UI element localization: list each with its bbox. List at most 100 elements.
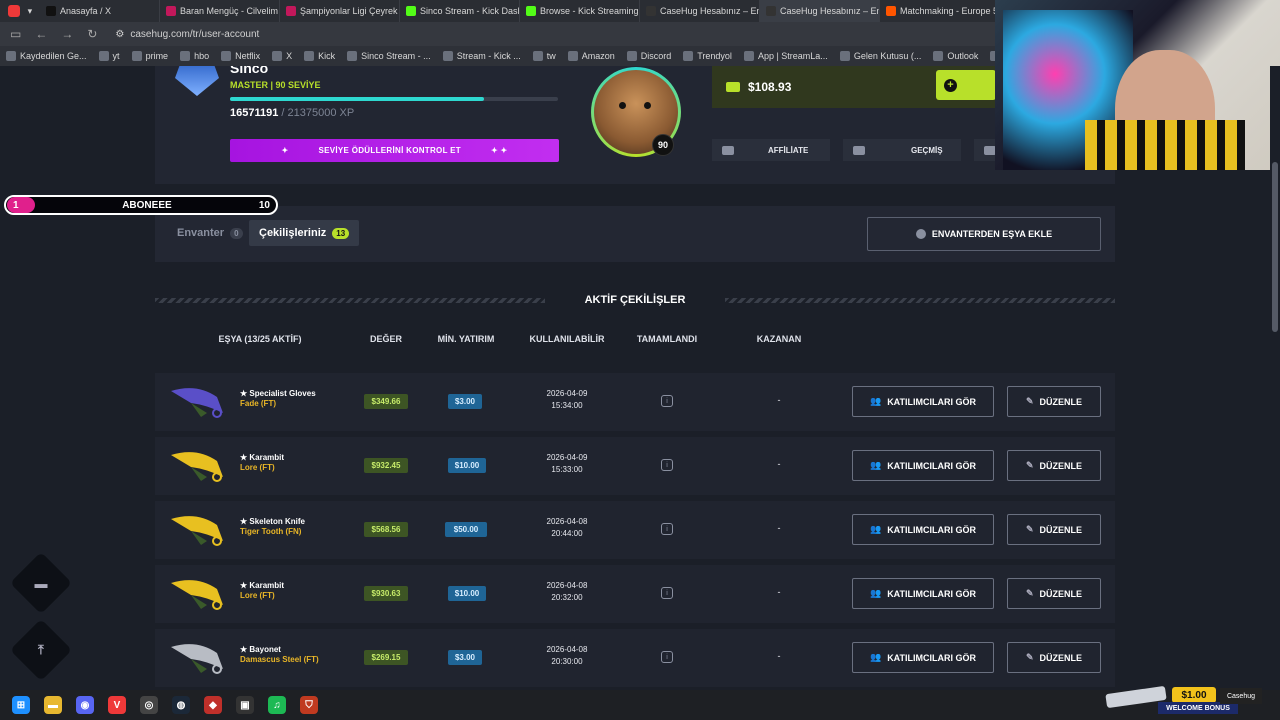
view-participants-button[interactable]: 👥 KATILIMCILARI GÖR [852, 386, 994, 417]
pencil-icon: ✎ [1025, 524, 1034, 534]
deposit-button[interactable]: + [936, 70, 996, 100]
weapon-image [167, 639, 229, 677]
info-icon[interactable]: i [661, 651, 673, 663]
item-name-block: ★ Bayonet Damascus Steel (FT) [240, 645, 319, 665]
page-scrollbar[interactable] [1270, 66, 1280, 690]
bookmark-item[interactable]: prime [131, 51, 168, 61]
bookmark-item[interactable]: X [272, 51, 292, 61]
sub-goal-label: ABONEEE [122, 199, 172, 211]
app-icon[interactable]: ◆ [204, 696, 222, 714]
shield-icon[interactable]: ⛉ [300, 696, 318, 714]
users-icon: 👥 [869, 396, 882, 406]
back-icon[interactable]: ← [35, 27, 47, 41]
browser-tab[interactable]: Matchmaking - Europe 5v [880, 0, 1000, 22]
tab-inventory-label: Envanter [177, 227, 225, 239]
chevron-down-icon[interactable]: ▾ [28, 6, 33, 17]
app-icon[interactable]: ▣ [236, 696, 254, 714]
bookmark-item[interactable]: Kaydedilen Ge... [6, 51, 87, 61]
webcam-streamer-shirt [1085, 120, 1245, 170]
panel-icon[interactable]: ▭ [10, 27, 21, 41]
view-participants-button[interactable]: 👥 KATILIMCILARI GÖR [852, 450, 994, 481]
bookmark-item[interactable]: App | StreamLa... [743, 51, 828, 61]
browser-tab[interactable]: Baran Mengüç - Cilvelim (C [160, 0, 280, 22]
history-button[interactable]: GEÇMİŞ [843, 139, 961, 161]
winner: - [777, 587, 781, 597]
obs-icon[interactable]: ◎ [140, 696, 158, 714]
tab-giveaways[interactable]: Çekilişleriniz 13 [249, 220, 360, 246]
affiliate-label: AFFİLİATE [768, 145, 809, 155]
view-participants-label: KATILIMCILARI GÖR [887, 460, 977, 471]
url-field[interactable]: ⚙ casehug.com/tr/user-account [115, 29, 259, 40]
affiliate-button[interactable]: AFFİLİATE [712, 139, 830, 161]
discord-icon[interactable]: ◉ [76, 696, 94, 714]
view-participants-button[interactable]: 👥 KATILIMCILARI GÖR [852, 642, 994, 673]
vivaldi-icon[interactable]: V [108, 696, 126, 714]
browser-tab[interactable]: Browse - Kick Streaming [520, 0, 640, 22]
chat-button[interactable]: ▬ [9, 551, 73, 615]
browser-tab[interactable]: CaseHug Hesabınız – Envan [640, 0, 760, 22]
pencil-icon: ✎ [1025, 588, 1034, 598]
tab-inventory[interactable]: Envanter 0 [167, 220, 253, 246]
edit-button[interactable]: ✎ DÜZENLE [1007, 514, 1101, 545]
add-from-inventory-button[interactable]: ENVANTERDEN EŞYA EKLE [867, 217, 1101, 251]
decorative-hatch [725, 298, 1115, 303]
forward-icon[interactable]: → [61, 27, 73, 41]
info-icon[interactable]: i [661, 459, 673, 471]
available-date-time: 15:34:00 [551, 401, 583, 410]
bookmark-label: Sinco Stream - ... [361, 51, 431, 61]
bookmark-item[interactable]: Trendyol [683, 51, 732, 61]
level-rewards-label: SEVİYE ÖDÜLLERİNİ KONTROL ET [318, 146, 461, 155]
item-skin: Lore (FT) [240, 463, 275, 472]
tab-favicon-icon [766, 6, 776, 16]
bookmark-icon [532, 51, 543, 61]
edit-button[interactable]: ✎ DÜZENLE [1007, 450, 1101, 481]
bookmark-item[interactable]: tw [532, 51, 556, 61]
bookmark-label: Kaydedilen Ge... [20, 51, 87, 61]
item-name: ★ Specialist Gloves [240, 389, 316, 398]
bookmark-item[interactable]: Gelen Kutusu (... [839, 51, 921, 61]
users-icon: 👥 [869, 588, 882, 598]
view-participants-button[interactable]: 👥 KATILIMCILARI GÖR [852, 578, 994, 609]
bookmark-item[interactable]: hbo [180, 51, 209, 61]
plus-circle-icon [915, 229, 926, 239]
vivaldi-icon[interactable] [7, 5, 20, 17]
bookmark-item[interactable]: Outlook [933, 51, 978, 61]
browser-tab[interactable]: Sinco Stream - Kick Dashb [400, 0, 520, 22]
spotify-icon[interactable]: ♫ [268, 696, 286, 714]
steam-icon[interactable]: ◍ [172, 696, 190, 714]
bookmark-item[interactable]: Amazon [567, 51, 615, 61]
file-explorer-icon[interactable]: ▬ [44, 696, 62, 714]
edit-button[interactable]: ✎ DÜZENLE [1007, 642, 1101, 673]
site-info-icon[interactable]: ⚙ [115, 29, 124, 40]
browser-tab[interactable]: CaseHug Hesabınız – Envan [760, 0, 880, 22]
browser-tab[interactable]: Anasayfa / X [40, 0, 160, 22]
bookmark-item[interactable]: Netflix [221, 51, 260, 61]
tab-favicon-icon [646, 6, 656, 16]
info-icon[interactable]: i [661, 395, 673, 407]
bookmark-label: hbo [194, 51, 210, 61]
section-header: AKTİF ÇEKİLİŞLER [155, 292, 1115, 308]
scrollbar-thumb[interactable] [1272, 162, 1278, 332]
bookmark-item[interactable]: Sinco Stream - ... [347, 51, 431, 61]
browser-window-controls[interactable]: ▾ [0, 0, 40, 22]
view-participants-button[interactable]: 👥 KATILIMCILARI GÖR [852, 514, 994, 545]
edit-button[interactable]: ✎ DÜZENLE [1007, 386, 1101, 417]
bookmark-item[interactable]: Stream - Kick ... [442, 51, 521, 61]
table-row: ★ Bayonet Damascus Steel (FT) $269.15 $3.00… [155, 629, 1115, 687]
info-icon[interactable]: i [661, 587, 673, 599]
bookmark-item[interactable]: Kick [304, 51, 335, 61]
reload-icon[interactable]: ↻ [87, 27, 97, 41]
bookmark-label: Kick [318, 51, 336, 61]
browser-tab[interactable]: Şampiyonlar Ligi Çeyrek Fin [280, 0, 400, 22]
url-text[interactable]: casehug.com/tr/user-account [130, 29, 259, 40]
edit-button[interactable]: ✎ DÜZENLE [1007, 578, 1101, 609]
level-rewards-button[interactable]: ✦ SEVİYE ÖDÜLLERİNİ KONTROL ET ✦ ✦ [230, 139, 559, 162]
bookmark-item[interactable]: yt [98, 51, 120, 61]
info-icon[interactable]: i [661, 523, 673, 535]
scroll-top-button[interactable]: ⤒ [9, 618, 73, 682]
edit-label: DÜZENLE [1039, 460, 1083, 471]
item-skin: Fade (FT) [240, 399, 276, 408]
bookmark-item[interactable]: Discord [626, 51, 671, 61]
bookmark-label: X [286, 51, 293, 61]
windows-start-icon[interactable]: ⊞ [12, 696, 30, 714]
